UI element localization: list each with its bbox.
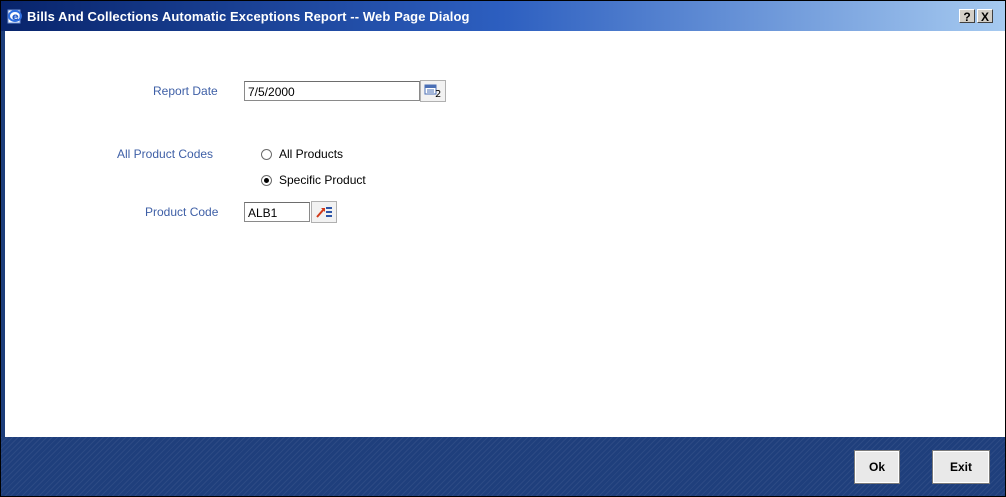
window-edge xyxy=(1,31,5,496)
calendar-icon: 2 xyxy=(421,84,445,105)
dialog-window: e Bills And Collections Automatic Except… xyxy=(0,0,1006,497)
radio-label-all-products: All Products xyxy=(279,147,344,161)
dialog-footer: Ok Exit xyxy=(1,437,1005,496)
report-date-label: Report Date xyxy=(153,84,218,98)
calendar-button[interactable]: 2 xyxy=(420,80,446,102)
help-button[interactable]: ? xyxy=(959,9,975,24)
report-date-input[interactable]: 7/5/2000 xyxy=(244,81,420,101)
product-code-label: Product Code xyxy=(145,205,219,219)
product-codes-label: All Product Codes xyxy=(117,147,214,161)
radio-label-specific-product: Specific Product xyxy=(279,173,366,187)
list-picker-icon xyxy=(312,207,336,226)
radio-button-specific-product[interactable] xyxy=(261,175,272,186)
ok-button[interactable]: Ok xyxy=(854,450,900,484)
radio-button-all-products[interactable] xyxy=(261,149,272,160)
exit-button[interactable]: Exit xyxy=(932,450,990,484)
product-code-input[interactable]: ALB1 xyxy=(244,202,310,222)
window-title: Bills And Collections Automatic Exceptio… xyxy=(27,9,470,24)
svg-text:2: 2 xyxy=(435,89,441,100)
title-bar[interactable]: e Bills And Collections Automatic Except… xyxy=(1,1,1005,31)
close-button[interactable]: X xyxy=(977,9,993,24)
list-of-values-button[interactable] xyxy=(311,201,337,223)
ie-page-icon: e xyxy=(7,8,23,24)
svg-text:e: e xyxy=(12,12,19,23)
